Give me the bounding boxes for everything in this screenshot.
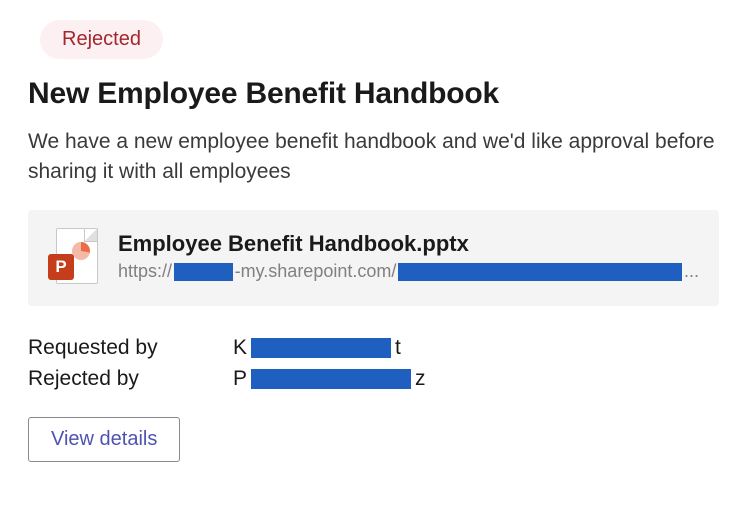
attachment-filename: Employee Benefit Handbook.pptx	[118, 231, 699, 257]
rejected-by-value: P z	[233, 363, 719, 395]
requested-by-value: K t	[233, 332, 719, 364]
rejected-by-label: Rejected by	[28, 363, 233, 395]
rejected-by-row: Rejected by P z	[28, 363, 719, 395]
url-mid: -my.sharepoint.com/	[235, 261, 397, 282]
page-title: New Employee Benefit Handbook	[28, 77, 719, 111]
rejected-by-first-char: P	[233, 363, 247, 395]
redacted-segment	[251, 338, 391, 358]
redacted-segment	[174, 263, 233, 281]
description-text: We have a new employee benefit handbook …	[28, 127, 719, 188]
redacted-segment	[251, 369, 411, 389]
url-suffix: ...	[684, 261, 699, 282]
view-details-button[interactable]: View details	[28, 417, 180, 462]
attachment-card[interactable]: P Employee Benefit Handbook.pptx https:/…	[28, 210, 719, 306]
url-prefix: https://	[118, 261, 172, 282]
attachment-info: Employee Benefit Handbook.pptx https:// …	[118, 231, 699, 282]
requested-by-last-char: t	[395, 332, 401, 364]
meta-section: Requested by K t Rejected by P z	[28, 332, 719, 395]
powerpoint-badge: P	[48, 254, 74, 280]
redacted-segment	[398, 263, 682, 281]
rejected-by-last-char: z	[415, 363, 426, 395]
requested-by-first-char: K	[233, 332, 247, 364]
status-badge: Rejected	[40, 20, 163, 59]
requested-by-row: Requested by K t	[28, 332, 719, 364]
powerpoint-file-icon: P	[48, 228, 98, 286]
attachment-url: https:// -my.sharepoint.com/ ...	[118, 261, 699, 282]
requested-by-label: Requested by	[28, 332, 233, 364]
